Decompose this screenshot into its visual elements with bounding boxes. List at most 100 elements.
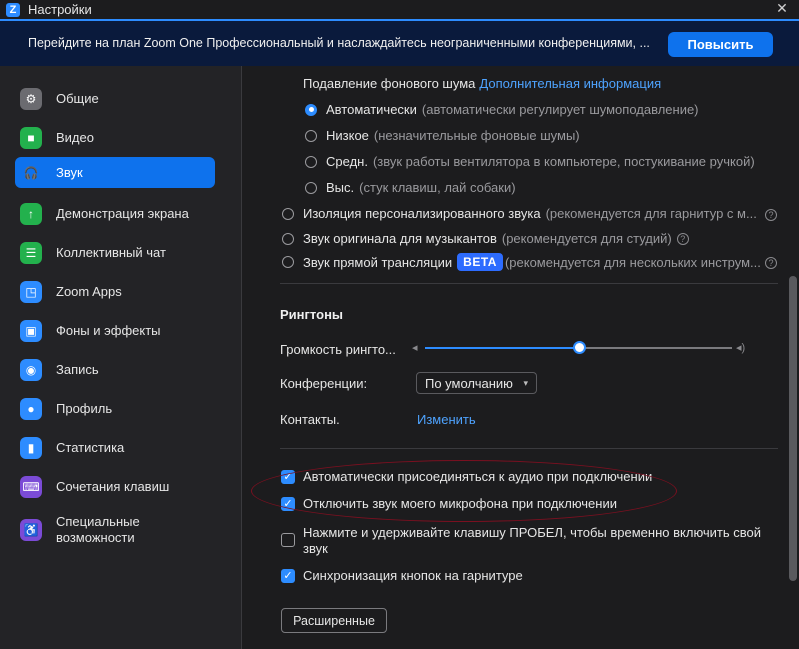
radio-button[interactable] <box>282 207 294 220</box>
sidebar-item-label: Zoom Apps <box>56 283 122 299</box>
noise-option-medium[interactable]: Средн. (звук работы вентилятора в компью… <box>305 154 755 169</box>
option-description: (рекомендуется для гарнитур с м... <box>545 206 757 221</box>
audio-mode-original-sound[interactable]: Звук оригинала для музыкантов (рекоменду… <box>282 231 689 246</box>
advanced-button[interactable]: Расширенные <box>281 608 387 633</box>
more-info-link[interactable]: Дополнительная информация <box>479 76 661 91</box>
share-screen-icon: ↑ <box>20 202 42 225</box>
option-label: Низкое <box>326 128 369 143</box>
sidebar-item[interactable]: ↑ Демонстрация экрана <box>15 198 215 229</box>
change-ringtone-link[interactable]: Изменить <box>417 412 476 427</box>
gear-icon: ⚙ <box>20 87 42 110</box>
option-label: Нажмите и удерживайте клавишу ПРОБЕЛ, чт… <box>303 525 762 540</box>
noise-option-low[interactable]: Низкое (незначительные фоновые шумы) <box>305 128 580 143</box>
help-icon[interactable]: ? <box>765 257 777 269</box>
audio-mode-live-stream[interactable]: Звук прямой трансляции BETA (рекомендует… <box>282 253 761 271</box>
headset-sync-option[interactable]: ✓ Синхронизация кнопок на гарнитуре <box>281 568 523 583</box>
option-label-wrap: Нажмите и удерживайте клавишу ПРОБЕЛ, чт… <box>303 525 761 557</box>
ringtone-volume-label: Громкость рингто... <box>280 342 396 357</box>
checkbox[interactable]: ✓ <box>281 568 295 583</box>
accessibility-icon: ♿ <box>20 519 42 541</box>
option-label: Выс. <box>326 180 355 195</box>
meetings-ringtone-label: Конференции: <box>280 376 368 391</box>
profile-icon: ● <box>20 397 42 420</box>
ringtone-volume-slider[interactable] <box>425 340 732 356</box>
sidebar-item[interactable]: ☰ Коллективный чат <box>15 237 215 268</box>
noise-option-high[interactable]: Выс. (стук клавиш, лай собаки) <box>305 180 516 195</box>
radio-button[interactable] <box>282 232 294 245</box>
sidebar-item-label: Запись <box>56 361 99 377</box>
sidebar-item[interactable]: 🎧 Звук <box>15 157 215 188</box>
option-label-continued: звук <box>303 541 328 556</box>
background-icon: ▣ <box>20 319 42 342</box>
headphones-icon: 🎧 <box>23 165 39 180</box>
beta-badge: BETA <box>457 253 503 271</box>
sidebar-item[interactable]: ⚙ Общие <box>15 83 215 114</box>
keyboard-icon: ⌨ <box>20 475 42 498</box>
option-label: Звук прямой трансляции <box>303 254 453 270</box>
select-value: По умолчанию <box>425 375 513 391</box>
option-label: Средн. <box>326 154 368 169</box>
contacts-ringtone-label: Контакты. <box>280 412 340 427</box>
slider-fill <box>425 347 579 349</box>
sidebar-item[interactable]: ♿ Специальные возможности <box>15 510 215 550</box>
ringtones-title: Рингтоны <box>280 307 344 322</box>
push-to-talk-option[interactable]: Нажмите и удерживайте клавишу ПРОБЕЛ, чт… <box>281 525 761 557</box>
option-description: (рекомендуется для нескольких инструм... <box>504 254 761 270</box>
settings-sidebar: ⚙ Общие ■ Видео 🎧 Звук ↑ Демонстрация экрана ☰ Ко… <box>0 66 242 649</box>
help-icon[interactable]: ? <box>676 232 689 245</box>
annotation-ellipse <box>251 460 677 522</box>
chevron-down-icon: ▾ <box>523 377 528 388</box>
sidebar-item-label: Сочетания клавиш <box>56 478 170 494</box>
option-label: Изоляция персонализированного звука <box>303 206 541 221</box>
sidebar-item-label: Звук <box>56 164 83 180</box>
volume-high-icon: ◂) <box>736 342 746 354</box>
sidebar-item-label: Статистика <box>56 439 125 455</box>
meetings-ringtone-select[interactable]: По умолчанию ▾ <box>416 372 537 394</box>
video-camera-icon: ■ <box>20 126 42 149</box>
record-icon: ◉ <box>20 358 42 381</box>
title-bar: Z Настройки ✕ <box>0 0 799 19</box>
option-description: (автоматически регулирует шумоподавление… <box>421 102 699 117</box>
close-button[interactable]: ✕ <box>773 0 791 19</box>
upgrade-banner: Перейдите на план Zoom One Профессиональ… <box>0 19 799 66</box>
radio-button[interactable] <box>305 129 317 142</box>
noise-option-auto[interactable]: Автоматически (автоматически регулирует … <box>305 102 699 117</box>
banner-text: Перейдите на план Zoom One Профессиональ… <box>28 36 650 50</box>
audio-settings-panel: Подавление фонового шума Дополнительная … <box>243 66 786 649</box>
radio-button[interactable] <box>282 256 294 268</box>
option-description: (звук работы вентилятора в компьютере, п… <box>372 154 755 169</box>
sidebar-item-label: Фоны и эффекты <box>56 322 161 338</box>
help-icon[interactable]: ? <box>765 209 777 221</box>
sidebar-item[interactable]: ◉ Запись <box>15 354 215 385</box>
apps-icon: ◳ <box>20 280 42 303</box>
chat-icon: ☰ <box>20 241 42 264</box>
sidebar-item[interactable]: ▣ Фоны и эффекты <box>15 315 215 346</box>
sidebar-item-label: Профиль <box>56 400 113 416</box>
radio-button[interactable] <box>305 103 317 116</box>
section-divider <box>280 448 778 449</box>
sidebar-item-label: Демонстрация экрана <box>56 205 189 221</box>
option-label: Автоматически <box>326 102 417 117</box>
option-label: Синхронизация кнопок на гарнитуре <box>303 568 523 583</box>
slider-thumb[interactable] <box>572 341 586 354</box>
sidebar-item-label: Коллективный чат <box>56 244 166 260</box>
sidebar-item-label: Общие <box>56 90 99 106</box>
upgrade-button[interactable]: Повысить <box>668 32 773 57</box>
radio-button[interactable] <box>305 155 317 168</box>
radio-button[interactable] <box>305 181 317 194</box>
sidebar-item[interactable]: ● Профиль <box>15 393 215 424</box>
sidebar-item[interactable]: ▮ Статистика <box>15 432 215 463</box>
sidebar-item[interactable]: ◳ Zoom Apps <box>15 276 215 307</box>
sidebar-item[interactable]: ■ Видео <box>15 122 215 153</box>
option-description: (незначительные фоновые шумы) <box>373 128 580 143</box>
sidebar-item-label: Видео <box>56 129 94 145</box>
audio-mode-isolation[interactable]: Изоляция персонализированного звука (рек… <box>282 206 757 221</box>
checkbox[interactable] <box>281 533 295 547</box>
noise-suppression-title: Подавление фонового шума <box>303 76 476 91</box>
scrollbar-thumb[interactable] <box>789 276 797 581</box>
window-title: Настройки <box>28 2 92 17</box>
sidebar-item[interactable]: ⌨ Сочетания клавиш <box>15 471 215 502</box>
noise-suppression-header: Подавление фонового шума Дополнительная … <box>303 76 661 91</box>
option-label: Звук оригинала для музыкантов <box>303 231 497 246</box>
volume-low-icon: ◂ <box>412 342 418 354</box>
